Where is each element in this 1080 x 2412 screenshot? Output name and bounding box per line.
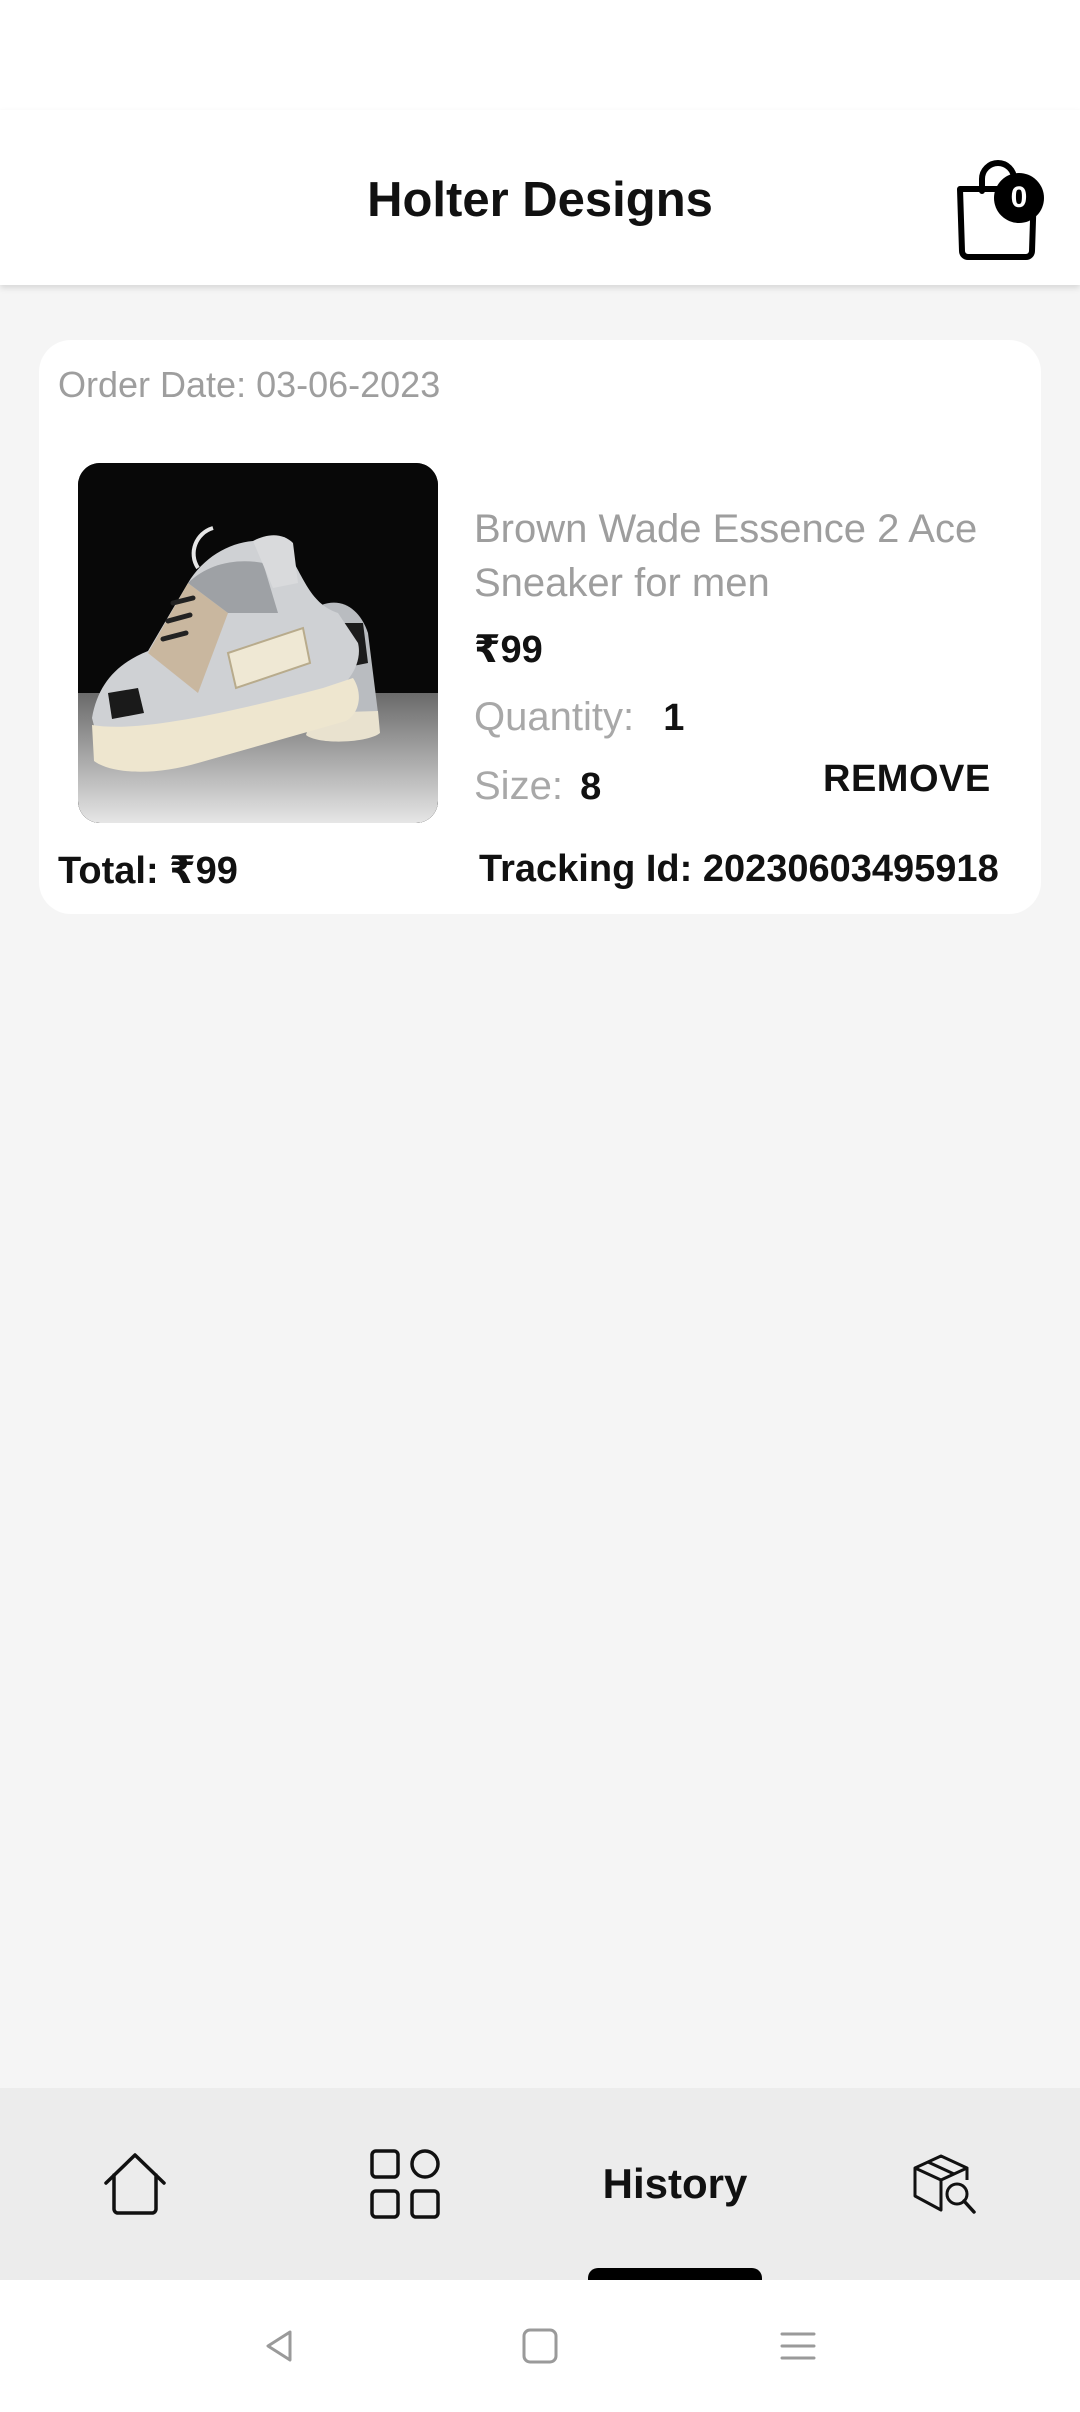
system-recents-button[interactable]: [768, 2316, 828, 2376]
product-name: Brown Wade Essence 2 Ace Sneaker for men: [474, 507, 978, 605]
nav-categories[interactable]: [330, 2088, 480, 2280]
system-back-button[interactable]: [250, 2316, 310, 2376]
status-bar: [0, 0, 1080, 110]
categories-grid-icon: [370, 2149, 440, 2219]
system-navigation-bar: [0, 2280, 1080, 2412]
tracking-id: Tracking Id: 20230603495918: [479, 848, 999, 890]
quantity-label: Quantity:: [474, 695, 635, 739]
size-label: Size:: [474, 764, 563, 808]
system-home-button[interactable]: [510, 2316, 570, 2376]
order-total: Total: ₹99: [58, 850, 238, 892]
size-value: 8: [580, 766, 602, 808]
app-bar: Holter Designs 0: [0, 110, 1080, 285]
package-search-icon: [913, 2154, 976, 2214]
remove-button[interactable]: REMOVE: [823, 758, 991, 801]
nav-history-label: History: [602, 2160, 748, 2207]
order-date: Order Date: 03-06-2023: [58, 364, 441, 405]
product-image[interactable]: [78, 463, 438, 823]
nav-home[interactable]: [60, 2088, 210, 2280]
cart-count-badge: 0: [994, 173, 1044, 223]
menu-lines-icon: [780, 2332, 816, 2360]
sneaker-image: [78, 463, 438, 823]
quantity-value: 1: [663, 697, 685, 739]
quantity: Quantity: 1: [474, 695, 684, 740]
nav-track-order[interactable]: [870, 2088, 1020, 2280]
home-icon: [104, 2153, 166, 2215]
order-card: Order Date: 03-06-2023 Brown Wade Essenc…: [39, 340, 1041, 914]
home-square-icon: [522, 2328, 558, 2364]
back-triangle-icon: [266, 2330, 292, 2362]
app-title: Holter Designs: [367, 173, 713, 227]
product-price: ₹99: [474, 629, 543, 671]
cart-button[interactable]: 0: [952, 155, 1044, 261]
bottom-navigation: History: [0, 2088, 1080, 2282]
nav-history[interactable]: History: [580, 2088, 770, 2280]
size: Size: 8: [474, 764, 601, 809]
